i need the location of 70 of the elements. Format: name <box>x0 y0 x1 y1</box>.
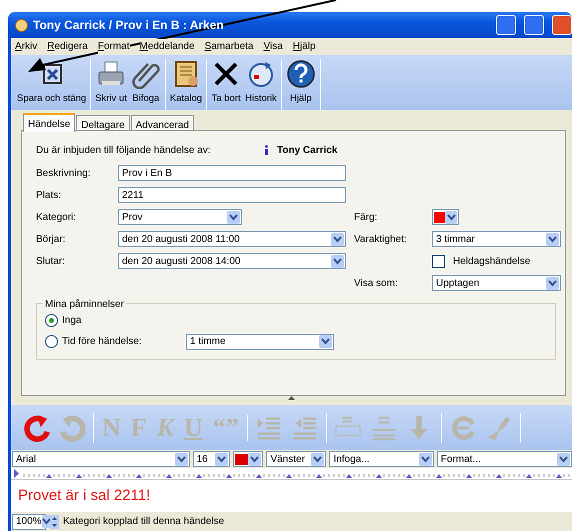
category-dropdown[interactable]: Prov <box>118 209 242 225</box>
close-button[interactable] <box>552 15 572 35</box>
help-icon <box>286 59 316 89</box>
status-text: Kategori kopplad till denna händelse <box>63 515 224 529</box>
date-dropdown[interactable]: den 20 augusti 2008 11:00 <box>118 231 346 247</box>
align-dropdown[interactable]: Vänster <box>266 451 326 467</box>
menu-item[interactable]: Hjälp <box>292 39 316 54</box>
field-label: Färg: <box>354 210 378 224</box>
checkbox[interactable] <box>432 254 445 268</box>
size-dropdown[interactable]: 16 <box>192 451 230 467</box>
field-label: Börjar: <box>36 232 66 246</box>
text-color-dropdown[interactable] <box>233 451 264 467</box>
field-label: Beskrivning: <box>36 166 92 180</box>
caret-icon <box>420 456 430 462</box>
font-dropdown[interactable]: Arial <box>12 451 190 467</box>
caret-icon <box>42 518 51 525</box>
show-as-dropdown[interactable]: Upptagen <box>432 275 561 291</box>
field-label: Varaktighet: <box>354 232 408 246</box>
tab[interactable]: Händelse <box>23 113 76 132</box>
field-label: Kategori: <box>36 210 78 224</box>
group-title: Mina påminnelser <box>43 297 126 312</box>
toolbar-button[interactable]: Ta bort <box>209 59 244 110</box>
menu-item[interactable]: Samarbeta <box>204 39 254 54</box>
reminder-dropdown[interactable]: 1 timme <box>186 334 334 350</box>
invitation-text: Du är inbjuden till följande händelse av: <box>36 144 212 158</box>
caret-icon <box>446 214 456 220</box>
toolbar-button[interactable]: Bifoga <box>128 59 163 110</box>
minimize-button[interactable] <box>496 15 516 35</box>
format-dropdown[interactable]: Format... <box>436 451 572 467</box>
date-dropdown[interactable]: den 20 augusti 2008 14:00 <box>118 253 346 269</box>
duration-dropdown[interactable]: 3 timmar <box>432 231 561 247</box>
app-icon <box>14 18 29 32</box>
radio-button[interactable] <box>45 335 58 348</box>
organizer-name: Tony Carrick <box>277 144 338 158</box>
caret-icon <box>250 456 260 462</box>
editor-text: Provet är i sal 2211! <box>18 486 150 506</box>
checkbox-label: Heldagshändelse <box>453 254 530 268</box>
radio-label: Inga <box>62 314 82 328</box>
caret-icon <box>229 214 238 220</box>
maximize-button[interactable] <box>524 15 544 35</box>
input-field[interactable]: 2211 <box>118 187 346 203</box>
color-dropdown[interactable] <box>432 209 459 225</box>
menu-item[interactable]: Arkiv <box>15 39 38 54</box>
spinner-icon[interactable] <box>50 514 59 528</box>
caret-icon <box>558 456 568 462</box>
toolbar-button[interactable]: Skriv ut <box>93 59 129 110</box>
caret-icon <box>217 456 226 462</box>
caret-icon <box>321 338 330 345</box>
toolbar-button[interactable]: Historik <box>243 59 279 110</box>
field-label: Slutar: <box>36 254 66 268</box>
menu-item[interactable]: Format <box>98 39 130 54</box>
caret-icon <box>333 258 342 264</box>
caret-icon <box>548 236 557 242</box>
caret-icon <box>333 236 342 242</box>
field-label: Visa som: <box>354 276 399 290</box>
caret-icon <box>313 456 322 462</box>
window-title: Tony Carrick / Prov i En B : Arken <box>33 17 224 34</box>
toolbar-button[interactable]: Hjälp <box>284 59 318 110</box>
input-field[interactable]: Prov i En B <box>118 165 346 181</box>
insert-dropdown[interactable]: Infoga... <box>329 451 434 467</box>
radio-button[interactable] <box>45 314 58 327</box>
menu-item[interactable]: Redigera <box>47 39 88 54</box>
caret-icon <box>176 456 186 462</box>
toolbar-button[interactable]: Spara och stäng <box>15 59 88 110</box>
radio-label: Tid före händelse: <box>62 335 143 349</box>
caret-icon <box>548 280 557 286</box>
toolbar-button[interactable]: Katalog <box>168 59 204 110</box>
menu-item[interactable]: Meddelande <box>140 39 195 54</box>
menu-item[interactable]: Visa <box>263 39 283 54</box>
field-label: Plats: <box>36 188 62 202</box>
